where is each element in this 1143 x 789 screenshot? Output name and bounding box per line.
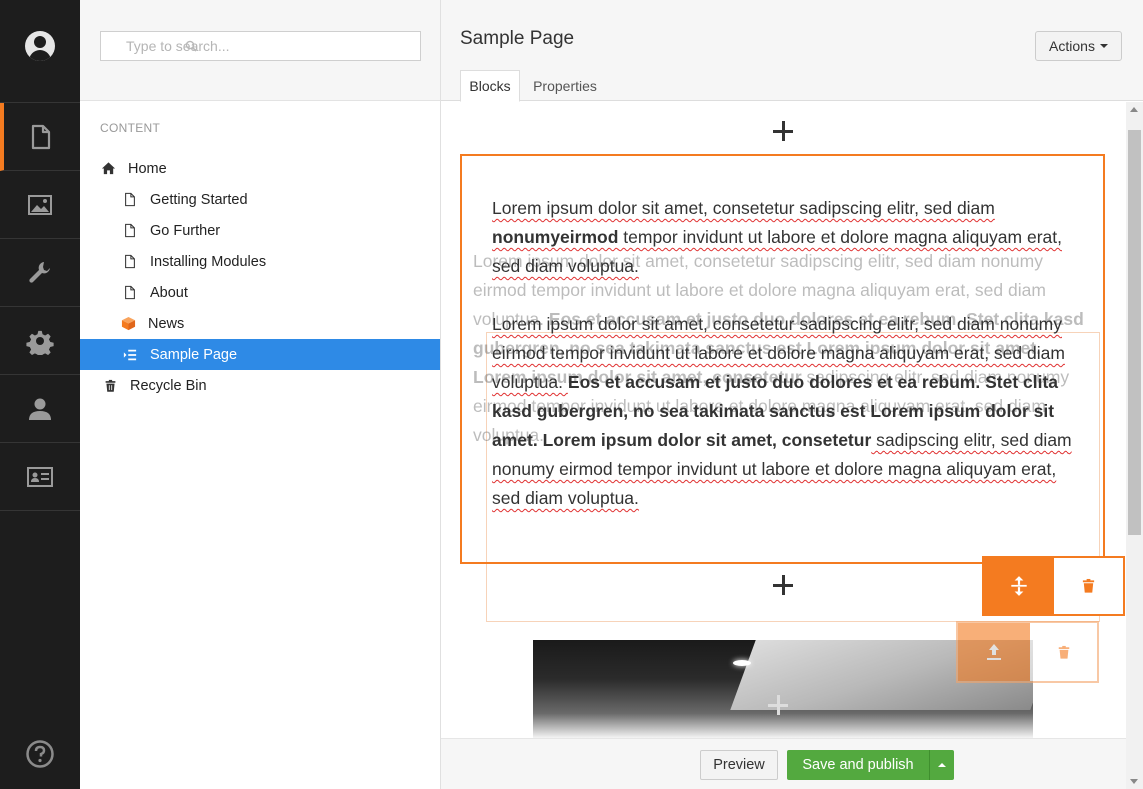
tree-node-getting-started[interactable]: Getting Started	[80, 184, 440, 215]
drag-ghost-controls	[956, 621, 1099, 683]
section-settings[interactable]	[0, 307, 80, 375]
app-sidebar	[0, 0, 80, 789]
trash-icon	[1082, 578, 1095, 593]
box-icon	[120, 316, 136, 332]
id-card-icon	[27, 466, 53, 487]
wrench-icon	[29, 261, 50, 283]
section-members[interactable]	[0, 443, 80, 511]
move-block-button[interactable]	[982, 556, 1055, 616]
document-icon	[31, 124, 51, 149]
caret-up-icon	[938, 763, 946, 767]
scrollbar-thumb[interactable]	[1128, 130, 1141, 535]
help-icon[interactable]	[25, 739, 55, 769]
scroll-down-icon[interactable]	[1130, 779, 1138, 784]
user-avatar[interactable]	[25, 31, 55, 61]
tree-node-sample-page[interactable]: Sample Page	[80, 339, 440, 370]
editor-scrollbar[interactable]	[1126, 102, 1143, 789]
tree-node-recycle-bin[interactable]: Recycle Bin	[80, 370, 440, 401]
content-tree-panel: CONTENT Home Getting Started Go Further …	[80, 0, 441, 789]
block-text[interactable]: Lorem ipsum dolor sit amet, consetetur s…	[492, 194, 1082, 542]
page-icon	[122, 254, 138, 270]
search-input[interactable]	[100, 31, 421, 61]
publish-options-button[interactable]	[929, 750, 954, 780]
rich-text-block[interactable]: Lorem ipsum dolor sit amet, consetetur s…	[460, 154, 1125, 616]
tree-node-home[interactable]: Home	[80, 153, 440, 184]
image-icon	[28, 194, 52, 215]
home-icon	[100, 161, 116, 177]
actions-label: Actions	[1049, 38, 1095, 54]
trash-icon	[102, 378, 118, 394]
editor-panel: Sample Page Actions Blocks Properties Lo…	[441, 0, 1143, 789]
page-icon	[122, 223, 138, 239]
avatar-body	[29, 50, 51, 61]
tab-blocks[interactable]: Blocks	[460, 70, 520, 102]
tree-node-news[interactable]: News	[80, 308, 440, 339]
actions-button[interactable]: Actions	[1035, 31, 1122, 61]
delete-block-button[interactable]	[1054, 556, 1125, 616]
tree-node-label: About	[150, 284, 188, 301]
tree-section-title: CONTENT	[100, 121, 161, 135]
editor-footer: Preview Save and publish	[441, 738, 1126, 789]
tree-node-label: News	[148, 315, 185, 332]
ghost-trash-icon	[1030, 623, 1097, 681]
tab-properties[interactable]: Properties	[524, 70, 606, 102]
add-block-icon[interactable]	[767, 694, 789, 716]
tree-node-label: Sample Page	[150, 346, 238, 363]
page-icon	[122, 192, 138, 208]
add-block-icon[interactable]	[772, 574, 794, 596]
avatar-head	[34, 36, 46, 48]
scroll-up-icon[interactable]	[1130, 107, 1138, 112]
tree-node-label: Getting Started	[150, 191, 248, 208]
tree-node-label: Recycle Bin	[130, 377, 207, 394]
search-bar	[80, 0, 440, 101]
ghost-move-icon	[958, 623, 1030, 681]
section-users[interactable]	[0, 375, 80, 443]
page-icon	[122, 285, 138, 301]
gear-icon	[26, 330, 54, 355]
block-text-p1-b: nonumyeirmod	[492, 227, 619, 247]
section-content[interactable]	[0, 103, 80, 171]
user-icon	[29, 398, 51, 420]
tree-node-label: Installing Modules	[150, 253, 267, 270]
image-light	[733, 660, 751, 666]
page-title[interactable]: Sample Page	[460, 28, 574, 50]
add-block-icon[interactable]	[772, 120, 794, 142]
caret-down-icon	[1099, 44, 1108, 48]
preview-button[interactable]: Preview	[700, 750, 778, 780]
list-icon	[122, 347, 138, 363]
section-media[interactable]	[0, 171, 80, 239]
block-text-p1-a: Lorem ipsum dolor sit amet, consetetur s…	[492, 198, 995, 218]
tree-node-label: Home	[128, 160, 167, 177]
tree-node-label: Go Further	[150, 222, 221, 239]
save-and-publish-button[interactable]: Save and publish	[787, 750, 929, 780]
tree-node-go-further[interactable]: Go Further	[80, 215, 440, 246]
tree-node-about[interactable]: About	[80, 277, 440, 308]
tree-node-installing-modules[interactable]: Installing Modules	[80, 246, 440, 277]
editor-header: Sample Page Actions Blocks Properties	[441, 0, 1143, 102]
block-canvas: Lorem ipsum dolor sit amet, consetetur s…	[441, 102, 1126, 738]
search-icon	[185, 40, 197, 52]
section-developer[interactable]	[0, 239, 80, 307]
move-icon	[1010, 576, 1027, 596]
